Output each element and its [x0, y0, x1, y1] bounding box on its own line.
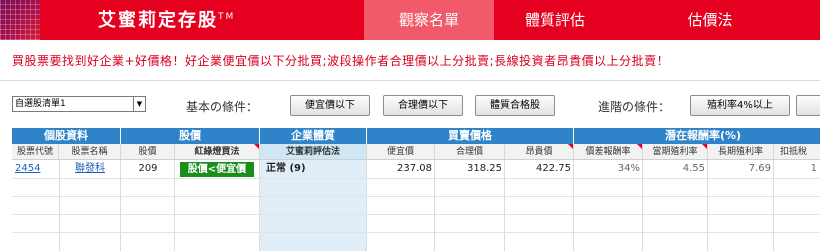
watchlist-select[interactable]: 自選股清單1 ▼: [12, 96, 146, 112]
grid-line: [12, 196, 820, 197]
col-stock-code[interactable]: 股票代號: [12, 144, 59, 160]
below-fair-price-button[interactable]: 合理價以下: [383, 95, 463, 116]
sort-marker-icon: [702, 144, 707, 149]
advanced-conditions-label: 進階の條件：: [598, 100, 671, 114]
col-stock-name[interactable]: 股票名稱: [59, 144, 121, 160]
top-header: 艾蜜莉定存股TM 觀察名單 體質評估 估價法: [0, 0, 820, 40]
stock-name-link[interactable]: 聯發科: [59, 160, 121, 178]
slogan-text: 買股票要找到好企業+好價格！好企業便宜價以下分批買;波段操作者合理價以上分批賣;…: [12, 54, 670, 68]
traffic-light-badge: 股價<便宜價: [180, 162, 254, 177]
divider: [0, 80, 820, 81]
cheap-price-value: 237.08: [397, 163, 432, 174]
tab-watchlist[interactable]: 觀察名單: [364, 0, 494, 40]
group-header-stock-info: 個股資料: [12, 128, 121, 144]
sort-marker-icon: [637, 144, 642, 149]
basic-conditions-label: 基本の條件：: [186, 100, 259, 114]
group-header-health: 企業體質: [260, 128, 367, 144]
app-window: 艾蜜莉定存股TM 觀察名單 體質評估 估價法 買股票要找到好企業+好價格！好企業…: [0, 0, 820, 251]
logo-icon: [0, 0, 40, 40]
group-header-returns: 潛在報酬率(%): [574, 128, 820, 144]
long-yield-value: 7.69: [748, 163, 771, 174]
tab-valuation[interactable]: 估價法: [670, 0, 750, 40]
col-spread-return-label: 價差報酬率: [585, 147, 631, 157]
qualified-stocks-button[interactable]: 體質合格股: [475, 95, 555, 116]
yield-above-4pct-button[interactable]: 殖利率4%以上: [690, 95, 790, 116]
stock-price: 209: [138, 163, 158, 174]
col-current-yield[interactable]: 當期殖利率: [643, 144, 708, 160]
col-price[interactable]: 股價: [121, 144, 175, 160]
watchlist-select-value: 自選股清單1: [15, 99, 66, 109]
grid-line: [12, 214, 820, 215]
tax-credit-value: 1: [810, 163, 817, 174]
grid-line: [12, 232, 820, 233]
col-long-yield[interactable]: 長期殖利率: [708, 144, 774, 160]
fair-price-value: 318.25: [467, 163, 502, 174]
col-expensive-price[interactable]: 昂貴價: [505, 144, 574, 160]
grid-line: [259, 160, 260, 251]
dropdown-arrow-icon[interactable]: ▼: [133, 97, 145, 111]
trademark-mark: TM: [218, 12, 236, 22]
col-cheap-price[interactable]: 便宜價: [367, 144, 435, 160]
below-cheap-price-button[interactable]: 便宜價以下: [290, 95, 370, 116]
group-header-price: 股價: [121, 128, 260, 144]
col-current-yield-label: 當期殖利率: [652, 147, 698, 157]
stock-code-link[interactable]: 2454: [12, 160, 59, 178]
brand-title[interactable]: 艾蜜莉定存股TM: [98, 6, 235, 32]
col-emily-method[interactable]: 艾蜜莉評估法: [260, 144, 367, 160]
expensive-price-value: 422.75: [536, 163, 571, 174]
brand-name: 艾蜜莉定存股: [98, 10, 218, 31]
health-rating: 正常 (9): [266, 163, 306, 174]
tab-health-assessment[interactable]: 體質評估: [500, 0, 610, 40]
sort-marker-icon: [254, 144, 259, 149]
next-condition-button[interactable]: [796, 95, 820, 116]
col-expensive-price-label: 昂貴價: [525, 147, 553, 157]
group-header-prices: 買賣價格: [367, 128, 574, 144]
sort-marker-icon: [568, 144, 573, 149]
current-yield-value: 4.55: [682, 163, 705, 174]
col-traffic-light[interactable]: 紅綠燈買法: [175, 144, 260, 160]
col-tax-credit[interactable]: 扣抵稅: [774, 144, 820, 160]
col-fair-price[interactable]: 合理價: [435, 144, 505, 160]
spread-return-value: 34%: [617, 163, 640, 174]
col-traffic-light-label: 紅綠燈買法: [194, 147, 240, 157]
grid-line: [12, 178, 820, 179]
col-spread-return[interactable]: 價差報酬率: [574, 144, 643, 160]
